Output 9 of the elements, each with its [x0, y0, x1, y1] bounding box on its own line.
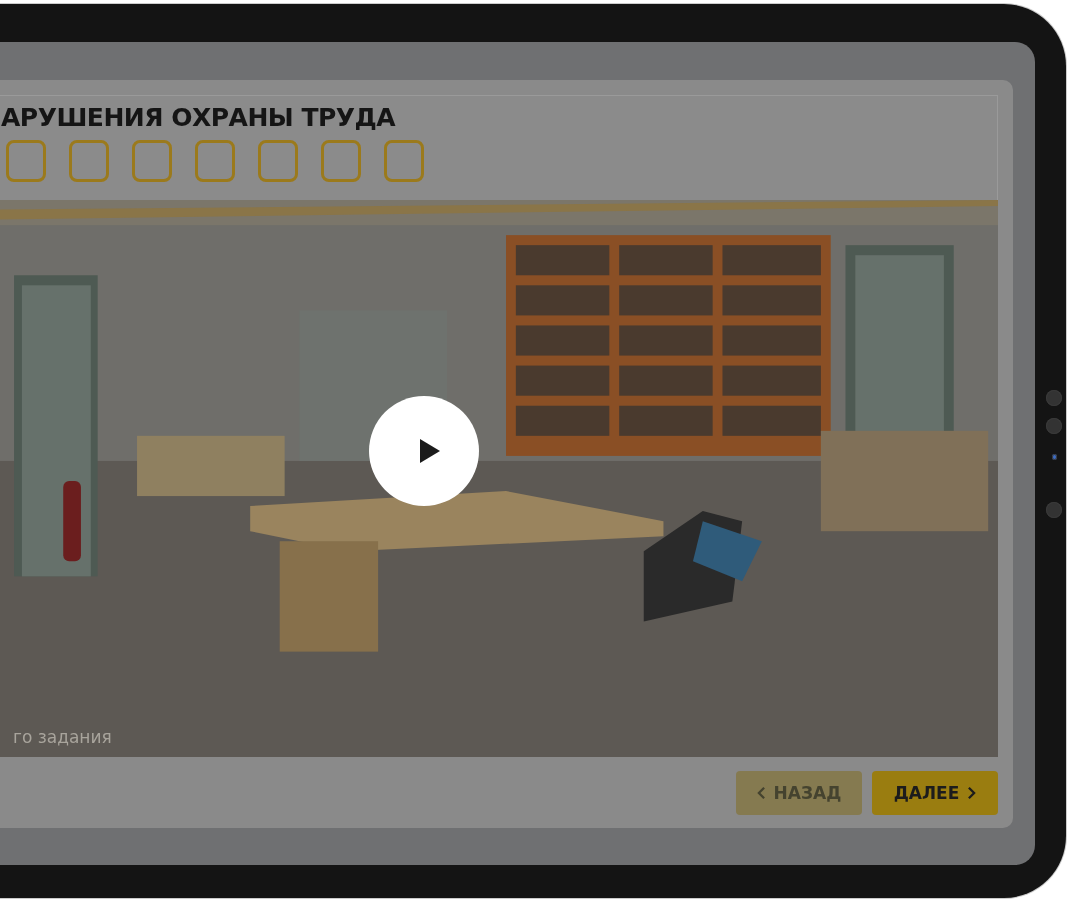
sensor-icon: [1051, 454, 1057, 460]
chevron-right-icon: [967, 786, 977, 800]
lesson-title: АРУШЕНИЯ ОХРАНЫ ТРУДА: [1, 102, 397, 134]
chevron-left-icon: [756, 786, 766, 800]
video-caption: го задания: [13, 727, 112, 747]
camera-icon: [1046, 418, 1062, 434]
camera-icon: [1046, 502, 1062, 518]
next-button[interactable]: ДАЛЕЕ: [872, 771, 998, 815]
camera-icon: [1046, 390, 1062, 406]
